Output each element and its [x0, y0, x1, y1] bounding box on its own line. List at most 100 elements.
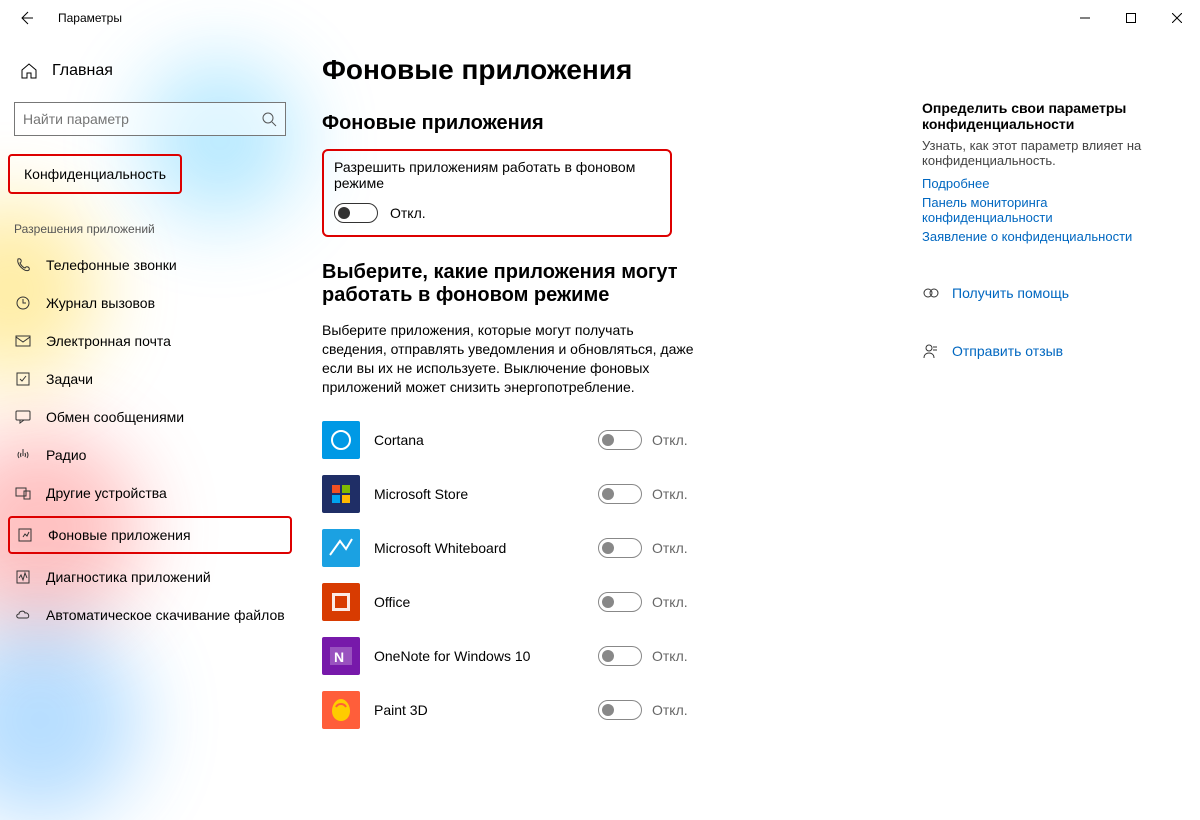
app-name: Microsoft Whiteboard — [360, 540, 598, 556]
sidebar-item-label: Задачи — [46, 371, 93, 387]
feedback-row: Отправить отзыв — [922, 342, 1172, 360]
app-icon — [322, 691, 360, 729]
section-title: Фоновые приложения — [322, 112, 922, 135]
sidebar-item-label: Телефонные звонки — [46, 257, 177, 273]
link-dashboard[interactable]: Панель мониторинга конфиденциальности — [922, 195, 1172, 225]
sidebar-item-other-devices[interactable]: Другие устройства — [0, 474, 300, 512]
home-link[interactable]: Главная — [0, 54, 300, 88]
main-content: Фоновые приложения Фоновые приложения Ра… — [322, 54, 922, 711]
category-privacy[interactable]: Конфиденциальность — [8, 154, 182, 194]
help-icon — [922, 284, 940, 302]
close-icon — [1172, 13, 1182, 23]
devices-icon — [14, 484, 32, 502]
back-button[interactable] — [8, 0, 44, 36]
chat-icon — [14, 408, 32, 426]
right-para: Узнать, как этот параметр влияет на конф… — [922, 138, 1172, 168]
sidebar-item-label: Радио — [46, 447, 86, 463]
app-icon — [322, 529, 360, 567]
sidebar-item-phone-calls[interactable]: Телефонные звонки — [0, 246, 300, 284]
app-row: Microsoft Store Откл. — [322, 467, 702, 521]
sidebar-item-label: Автоматическое скачивание файлов — [46, 607, 285, 623]
app-state: Откл. — [652, 648, 702, 664]
app-toggle[interactable] — [598, 430, 642, 450]
maximize-button[interactable] — [1108, 0, 1154, 36]
app-list: CortanaОткл.Microsoft StoreОткл.Microsof… — [322, 413, 702, 737]
group-title: Разрешения приложений — [0, 222, 300, 246]
app-name: Cortana — [360, 432, 598, 448]
search-icon — [261, 111, 277, 127]
call-history-icon — [14, 294, 32, 312]
sidebar-item-auto-downloads[interactable]: Автоматическое скачивание файлов — [0, 596, 300, 634]
app-toggle[interactable] — [598, 700, 642, 720]
app-icon — [322, 475, 360, 513]
search-input[interactable] — [23, 111, 261, 127]
allow-label: Разрешить приложениям работать в фоновом… — [334, 159, 660, 191]
app-name: Office — [360, 594, 598, 610]
titlebar: Параметры — [0, 0, 1200, 36]
help-row: Получить помощь — [922, 284, 1172, 302]
master-toggle-section: Разрешить приложениям работать в фоновом… — [322, 149, 672, 237]
sidebar-item-messaging[interactable]: Обмен сообщениями — [0, 398, 300, 436]
help-link[interactable]: Получить помощь — [952, 285, 1069, 301]
sidebar-item-radio[interactable]: Радио — [0, 436, 300, 474]
section-title-2: Выберите, какие приложения могут работат… — [322, 261, 752, 307]
sidebar-item-call-history[interactable]: Журнал вызовов — [0, 284, 300, 322]
maximize-icon — [1126, 13, 1136, 23]
home-label: Главная — [52, 62, 113, 80]
radio-icon — [14, 446, 32, 464]
diagnostics-icon — [14, 568, 32, 586]
link-statement[interactable]: Заявление о конфиденциальности — [922, 229, 1172, 244]
app-name: OneNote for Windows 10 — [360, 648, 598, 664]
sidebar-item-label: Обмен сообщениями — [46, 409, 184, 425]
feedback-icon — [922, 342, 940, 360]
minimize-button[interactable] — [1062, 0, 1108, 36]
arrow-left-icon — [18, 10, 34, 26]
minimize-icon — [1080, 13, 1090, 23]
sidebar-item-email[interactable]: Электронная почта — [0, 322, 300, 360]
sidebar: Главная Конфиденциальность Разрешения пр… — [0, 36, 300, 711]
app-row: Office Откл. — [322, 575, 702, 629]
right-column: Определить свои параметры конфиденциальн… — [922, 54, 1172, 711]
app-row: Cortana Откл. — [322, 413, 702, 467]
mail-icon — [14, 332, 32, 350]
sidebar-item-label: Электронная почта — [46, 333, 171, 349]
app-toggle[interactable] — [598, 484, 642, 504]
app-name: Paint 3D — [360, 702, 598, 718]
sidebar-item-background-apps[interactable]: Фоновые приложения — [8, 516, 292, 554]
app-title: Параметры — [58, 11, 122, 25]
search-box[interactable] — [14, 102, 286, 136]
svg-text:N: N — [334, 649, 344, 665]
master-toggle-state: Откл. — [390, 205, 426, 221]
app-icon — [322, 421, 360, 459]
sidebar-item-tasks[interactable]: Задачи — [0, 360, 300, 398]
app-state: Откл. — [652, 486, 702, 502]
sidebar-item-app-diagnostics[interactable]: Диагностика приложений — [0, 558, 300, 596]
close-button[interactable] — [1154, 0, 1200, 36]
description: Выберите приложения, которые могут получ… — [322, 321, 702, 397]
feedback-link[interactable]: Отправить отзыв — [952, 343, 1063, 359]
app-toggle[interactable] — [598, 646, 642, 666]
phone-icon — [14, 256, 32, 274]
app-icon — [322, 583, 360, 621]
sidebar-item-label: Журнал вызовов — [46, 295, 155, 311]
tasks-icon — [14, 370, 32, 388]
master-toggle[interactable] — [334, 203, 378, 223]
app-row: N OneNote for Windows 10 Откл. — [322, 629, 702, 683]
app-toggle[interactable] — [598, 538, 642, 558]
background-apps-icon — [16, 526, 34, 544]
app-toggle[interactable] — [598, 592, 642, 612]
link-more[interactable]: Подробнее — [922, 176, 1172, 191]
page-title: Фоновые приложения — [322, 54, 922, 86]
app-row: Microsoft Whiteboard Откл. — [322, 521, 702, 575]
sidebar-item-label: Диагностика приложений — [46, 569, 211, 585]
right-heading: Определить свои параметры конфиденциальн… — [922, 100, 1172, 132]
cloud-download-icon — [14, 606, 32, 624]
home-icon — [20, 62, 38, 80]
app-state: Откл. — [652, 540, 702, 556]
sidebar-item-label: Другие устройства — [46, 485, 167, 501]
app-state: Откл. — [652, 594, 702, 610]
app-name: Microsoft Store — [360, 486, 598, 502]
app-state: Откл. — [652, 432, 702, 448]
sidebar-item-label: Фоновые приложения — [48, 527, 191, 543]
app-row: Paint 3DОткл. — [322, 683, 702, 737]
